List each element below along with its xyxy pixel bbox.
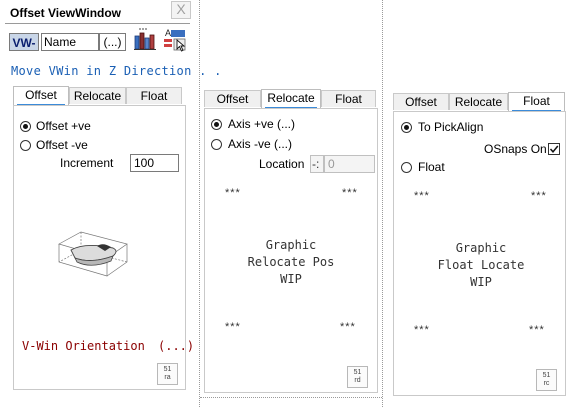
pick-view-icon[interactable]: A: [163, 27, 187, 53]
svg-text:A: A: [165, 28, 171, 38]
vw-button[interactable]: VW-: [9, 33, 39, 51]
radio-offset-positive[interactable]: [20, 121, 31, 132]
panel-separator: [199, 0, 200, 407]
tab-float[interactable]: Float: [126, 87, 182, 104]
placeholder-line-1: Graphic: [455, 241, 507, 255]
osnaps-label: OSnaps On: [484, 142, 547, 156]
version-badge-bottom: ra: [164, 374, 171, 381]
radio-axis-negative[interactable]: [211, 139, 222, 150]
radio-axis-negative-label: Axis -ve (...): [228, 137, 293, 151]
radio-to-pickalign[interactable]: [401, 122, 412, 133]
corner-marker: ***: [414, 324, 430, 336]
tab-strip: Offset Relocate Float: [13, 86, 183, 106]
panel-header: Move VWin in Z Direction . .: [11, 64, 222, 78]
radio-float[interactable]: [401, 162, 412, 173]
location-input[interactable]: 0: [324, 155, 375, 173]
radio-offset-negative-label: Offset -ve: [36, 138, 88, 152]
tab-relocate[interactable]: Relocate: [261, 89, 321, 109]
placeholder-line-2: Float Locate: [437, 258, 525, 272]
radio-axis-positive[interactable]: [211, 119, 222, 130]
version-badge-bottom: rc: [543, 380, 550, 387]
tab-relocate[interactable]: Relocate: [69, 87, 126, 104]
version-badge-top: 51: [353, 369, 362, 376]
tab-float[interactable]: Float: [508, 92, 565, 112]
version-badge: 51 rc: [536, 369, 557, 391]
name-field[interactable]: Name: [41, 33, 99, 51]
orientation-button[interactable]: (...): [158, 339, 194, 353]
corner-marker: ***: [225, 187, 241, 199]
tab-relocate[interactable]: Relocate: [449, 93, 508, 110]
location-sign-button[interactable]: -:: [310, 155, 324, 173]
panel-title: Offset ViewWindow: [10, 6, 122, 20]
radio-offset-positive-label: Offset +ve: [36, 119, 91, 133]
panel-bottom-divider: [200, 397, 382, 398]
version-badge-top: 51: [163, 366, 172, 373]
tab-strip: Offset Relocate Float: [393, 92, 566, 112]
title-divider: [5, 23, 190, 24]
tab-float[interactable]: Float: [321, 90, 376, 107]
name-browse-button[interactable]: (...): [99, 33, 126, 51]
version-badge-top: 51: [542, 372, 551, 379]
corner-marker: ***: [340, 321, 356, 333]
version-badge: 51 ra: [157, 363, 178, 385]
placeholder-line-1: Graphic: [265, 238, 317, 252]
corner-marker: ***: [414, 190, 430, 202]
radio-offset-negative[interactable]: [20, 140, 31, 151]
version-badge: 51 rd: [347, 366, 368, 388]
corner-marker: ***: [529, 324, 545, 336]
view-buildings-icon[interactable]: [133, 27, 157, 53]
close-button[interactable]: X: [171, 1, 191, 19]
tab-offset[interactable]: Offset: [13, 86, 69, 106]
corner-marker: ***: [225, 321, 241, 333]
osnaps-checkbox[interactable]: [548, 143, 560, 155]
placeholder-line-2: Relocate Pos: [247, 255, 335, 269]
tab-offset[interactable]: Offset: [204, 90, 261, 107]
placeholder-graphic: Graphic Float Locate WIP: [426, 240, 536, 291]
corner-marker: ***: [342, 187, 358, 199]
increment-label: Increment: [60, 156, 114, 170]
radio-to-pickalign-label: To PickAlign: [418, 120, 484, 134]
increment-input[interactable]: 100: [130, 154, 179, 172]
panel-separator: [382, 0, 383, 407]
checkmark-icon: [549, 145, 559, 153]
version-badge-bottom: rd: [354, 377, 361, 384]
location-label: Location: [259, 157, 305, 171]
corner-marker: ***: [531, 190, 547, 202]
placeholder-graphic: Graphic Relocate Pos WIP: [236, 237, 346, 288]
tab-offset[interactable]: Offset: [393, 93, 449, 110]
placeholder-line-3: WIP: [470, 275, 492, 289]
tab-strip: Offset Relocate Float: [204, 89, 376, 109]
offset-preview-graphic: [55, 220, 135, 280]
radio-float-label: Float: [418, 160, 445, 174]
placeholder-line-3: WIP: [280, 272, 302, 286]
orientation-label: V-Win Orientation: [22, 339, 145, 353]
radio-axis-positive-label: Axis +ve (...): [228, 117, 296, 131]
